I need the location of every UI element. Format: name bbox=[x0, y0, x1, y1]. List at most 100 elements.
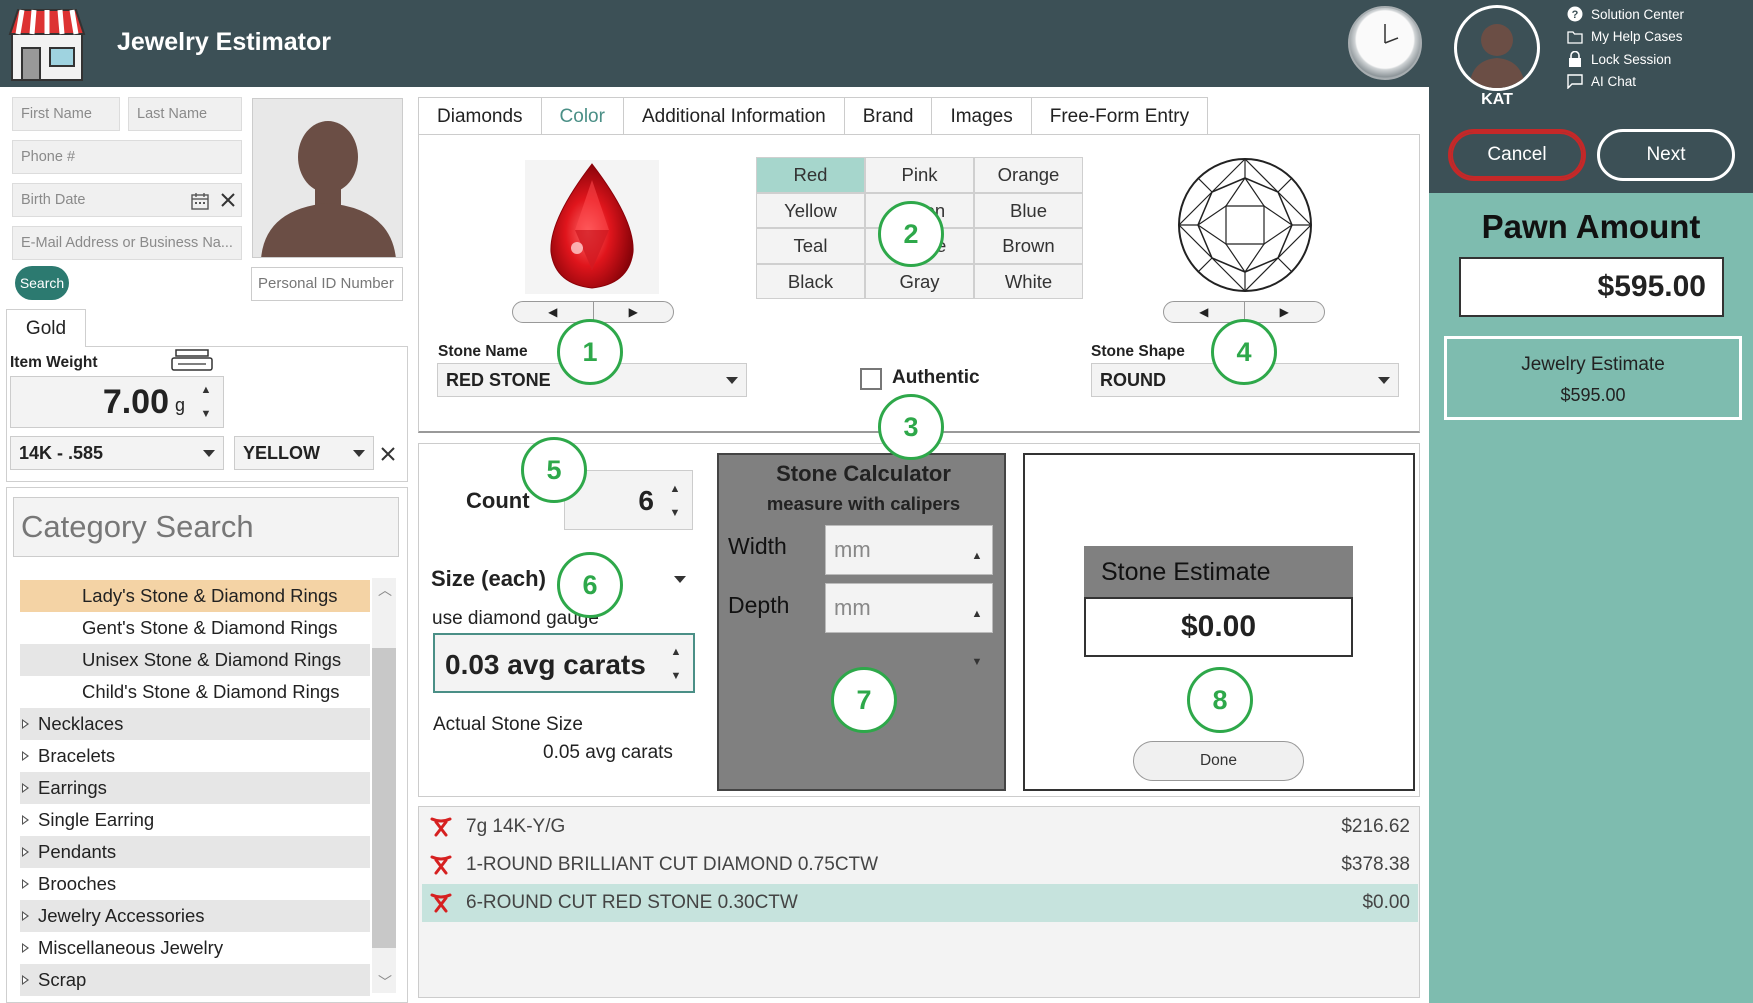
tab-brand[interactable]: Brand bbox=[843, 97, 932, 135]
expand-icon[interactable] bbox=[22, 879, 29, 889]
size-stepper[interactable]: ▲ ▼ bbox=[667, 646, 685, 682]
depth-stepper[interactable]: ▲ ▼ bbox=[968, 590, 986, 668]
width-stepper[interactable]: ▲▼ bbox=[968, 532, 986, 610]
depth-down-icon[interactable]: ▼ bbox=[972, 638, 983, 686]
help-links: ? Solution Center My Help Cases Lock Ses… bbox=[1566, 3, 1684, 93]
expand-icon[interactable] bbox=[22, 815, 29, 825]
help-lock-session[interactable]: Lock Session bbox=[1566, 48, 1684, 71]
line-item[interactable]: 1-ROUND BRILLIANT CUT DIAMOND 0.75CTW $3… bbox=[422, 846, 1418, 884]
color-yellow[interactable]: Yellow bbox=[756, 192, 865, 228]
category-item-earrings[interactable]: Earrings bbox=[20, 772, 370, 804]
line-item[interactable]: 6-ROUND CUT RED STONE 0.30CTW $0.00 bbox=[422, 884, 1418, 922]
count-stepper[interactable]: ▲ ▼ bbox=[666, 483, 684, 519]
color-brown[interactable]: Brown bbox=[974, 228, 1083, 264]
category-item-accessories[interactable]: Jewelry Accessories bbox=[20, 900, 370, 932]
first-name-field[interactable]: First Name bbox=[12, 97, 120, 131]
expand-icon[interactable] bbox=[22, 847, 29, 857]
email-field[interactable]: E-Mail Address or Business Na... bbox=[12, 226, 242, 260]
prev-arrow-icon[interactable]: ◀ bbox=[513, 302, 593, 322]
category-item-misc[interactable]: Miscellaneous Jewelry bbox=[20, 932, 370, 964]
tab-diamonds[interactable]: Diamonds bbox=[418, 97, 541, 135]
actual-size-value: 0.05 avg carats bbox=[543, 742, 673, 763]
category-item-single-earring[interactable]: Single Earring bbox=[20, 804, 370, 836]
customer-search-button[interactable]: Search bbox=[15, 266, 69, 300]
expand-icon[interactable] bbox=[22, 975, 29, 985]
expand-icon[interactable] bbox=[22, 783, 29, 793]
tab-images[interactable]: Images bbox=[931, 97, 1031, 135]
category-item-gents-rings[interactable]: Gent's Stone & Diamond Rings bbox=[20, 612, 370, 644]
color-white[interactable]: White bbox=[974, 263, 1083, 299]
color-red[interactable]: Red bbox=[756, 157, 865, 193]
scroll-up-icon[interactable]: ︿ bbox=[378, 580, 392, 600]
help-ai-chat[interactable]: AI Chat bbox=[1566, 71, 1684, 94]
count-up-icon[interactable]: ▲ bbox=[670, 483, 681, 495]
scroll-thumb[interactable] bbox=[372, 648, 396, 948]
color-black[interactable]: Black bbox=[756, 263, 865, 299]
remove-item-icon[interactable] bbox=[430, 817, 452, 837]
category-label: Gent's Stone & Diamond Rings bbox=[82, 617, 338, 638]
cancel-button[interactable]: Cancel bbox=[1448, 129, 1586, 181]
color-orange[interactable]: Orange bbox=[974, 157, 1083, 193]
customer-photo[interactable] bbox=[252, 98, 403, 258]
tab-color[interactable]: Color bbox=[540, 97, 623, 135]
next-arrow-icon[interactable]: ▶ bbox=[592, 302, 674, 322]
tab-additional-info[interactable]: Additional Information bbox=[622, 97, 844, 135]
expand-icon[interactable] bbox=[22, 751, 29, 761]
clear-gold-icon[interactable] bbox=[381, 447, 395, 461]
size-up-icon[interactable]: ▲ bbox=[671, 646, 682, 658]
weight-up-icon[interactable]: ▲ bbox=[201, 384, 212, 396]
category-item-pendants[interactable]: Pendants bbox=[20, 836, 370, 868]
category-item-brooches[interactable]: Brooches bbox=[20, 868, 370, 900]
done-button[interactable]: Done bbox=[1133, 741, 1304, 781]
item-weight-input[interactable]: 7.00 g ▲ ▼ bbox=[10, 376, 224, 428]
expand-icon[interactable] bbox=[22, 911, 29, 921]
item-weight-unit: g bbox=[174, 395, 185, 415]
tab-free-form-entry[interactable]: Free-Form Entry bbox=[1030, 97, 1209, 135]
line-item[interactable]: 7g 14K-Y/G $216.62 bbox=[422, 808, 1418, 846]
expand-icon[interactable] bbox=[22, 943, 29, 953]
width-input[interactable]: mm ▲▼ bbox=[825, 525, 993, 610]
color-pink[interactable]: Pink bbox=[865, 157, 974, 193]
expand-icon[interactable] bbox=[22, 719, 29, 729]
help-solution-center[interactable]: ? Solution Center bbox=[1566, 3, 1684, 26]
color-blue[interactable]: Blue bbox=[974, 192, 1083, 228]
prev-arrow-icon[interactable]: ◀ bbox=[1164, 302, 1244, 322]
category-scrollbar[interactable]: ︿ ﹀ bbox=[372, 578, 396, 993]
category-item-bracelets[interactable]: Bracelets bbox=[20, 740, 370, 772]
user-avatar[interactable] bbox=[1454, 5, 1540, 91]
tab-gold[interactable]: Gold bbox=[6, 309, 86, 347]
width-up-icon[interactable]: ▲ bbox=[972, 532, 983, 580]
birth-date-field[interactable]: Birth Date bbox=[12, 183, 242, 217]
remove-item-icon[interactable] bbox=[430, 855, 452, 875]
depth-input[interactable]: mm ▲ ▼ bbox=[825, 583, 993, 668]
next-button[interactable]: Next bbox=[1597, 129, 1735, 181]
next-arrow-icon[interactable]: ▶ bbox=[1243, 302, 1325, 322]
last-name-field[interactable]: Last Name bbox=[128, 97, 242, 131]
category-item-ladys-rings[interactable]: Lady's Stone & Diamond Rings bbox=[20, 580, 370, 612]
count-down-icon[interactable]: ▼ bbox=[670, 507, 681, 519]
remove-item-icon[interactable] bbox=[430, 893, 452, 913]
clear-date-icon[interactable] bbox=[221, 193, 235, 207]
weight-down-icon[interactable]: ▼ bbox=[201, 408, 212, 420]
scroll-down-icon[interactable]: ﹀ bbox=[378, 972, 392, 992]
help-my-cases[interactable]: My Help Cases bbox=[1566, 26, 1684, 49]
karat-select[interactable]: 14K - .585 bbox=[10, 436, 224, 470]
weight-stepper[interactable]: ▲ ▼ bbox=[197, 384, 215, 420]
calendar-icon[interactable] bbox=[190, 191, 210, 211]
category-item-necklaces[interactable]: Necklaces bbox=[20, 708, 370, 740]
category-item-unisex-rings[interactable]: Unisex Stone & Diamond Rings bbox=[20, 644, 370, 676]
size-dropdown-icon[interactable] bbox=[674, 576, 686, 583]
authentic-checkbox[interactable] bbox=[860, 368, 882, 390]
category-item-scrap[interactable]: Scrap bbox=[20, 964, 370, 996]
gold-color-select[interactable]: YELLOW bbox=[234, 436, 374, 470]
scale-icon[interactable] bbox=[168, 348, 216, 372]
category-item-childs-rings[interactable]: Child's Stone & Diamond Rings bbox=[20, 676, 370, 708]
category-search-input[interactable]: Category Search bbox=[13, 497, 399, 557]
color-teal[interactable]: Teal bbox=[756, 228, 865, 264]
personal-id-field[interactable]: Personal ID Number bbox=[251, 267, 403, 301]
depth-up-icon[interactable]: ▲ bbox=[972, 590, 983, 638]
color-gray[interactable]: Gray bbox=[865, 263, 974, 299]
phone-field[interactable]: Phone # bbox=[12, 140, 242, 174]
size-input[interactable]: 0.03 avg carats ▲ ▼ bbox=[433, 633, 695, 693]
size-down-icon[interactable]: ▼ bbox=[671, 670, 682, 682]
